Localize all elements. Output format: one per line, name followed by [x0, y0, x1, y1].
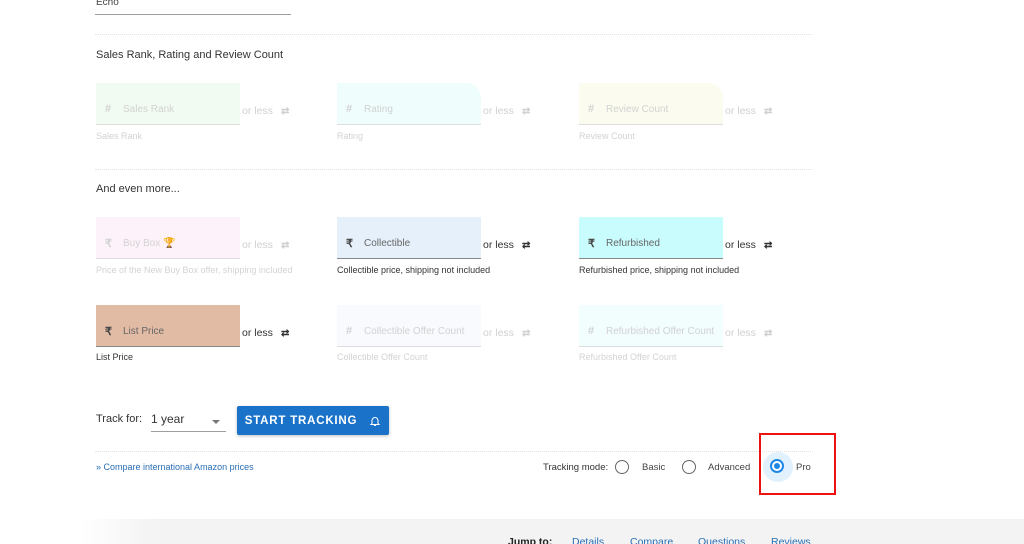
start-tracking-label: START TRACKING [244, 414, 358, 427]
rating-hint: Rating [337, 131, 364, 141]
buy-box-input[interactable]: ₹ Buy Box 🏆 [96, 217, 240, 259]
hash-icon: # [588, 103, 595, 115]
divider [95, 451, 813, 452]
rupee-icon: ₹ [346, 238, 353, 250]
review-count-hint: Review Count [579, 131, 636, 141]
jump-link-compare[interactable]: Compare [630, 536, 673, 544]
or-less-label: or less [725, 105, 756, 117]
list-price-placeholder: List Price [123, 326, 165, 337]
mode-advanced-radio[interactable] [682, 460, 696, 474]
or-less-label: or less [483, 105, 514, 117]
track-for-label: Track for: [96, 413, 143, 425]
jump-to-label: Jump to: [508, 536, 553, 544]
section-title-more: And even more... [96, 183, 180, 195]
or-less-label: or less [242, 327, 273, 339]
search-title-value: Echo [96, 0, 119, 8]
hash-icon: # [346, 325, 353, 337]
or-less-label: or less [725, 327, 756, 339]
list-price-hint: List Price [96, 352, 134, 362]
mode-basic-label[interactable]: Basic [642, 462, 665, 473]
sales-rank-input[interactable]: # Sales Rank [96, 83, 240, 125]
repeat-icon[interactable]: ⇄ [764, 328, 772, 339]
dropdown-caret-icon [212, 420, 220, 424]
track-duration-select[interactable]: 1 year [151, 410, 226, 432]
collectible-placeholder: Collectible [364, 238, 411, 249]
hash-icon: # [105, 103, 112, 115]
refurbished-hint: Refurbished price, shipping not included [579, 265, 740, 275]
jump-link-details[interactable]: Details [572, 536, 604, 544]
collectible-or-less: or less ⇄ [483, 239, 530, 251]
or-less-label: or less [242, 239, 273, 251]
review-count-input[interactable]: # Review Count [579, 83, 723, 125]
mode-advanced-label[interactable]: Advanced [708, 462, 750, 473]
bell-icon [370, 416, 381, 426]
refurbished-placeholder: Refurbished [606, 238, 660, 249]
refurbished-input[interactable]: ₹ Refurbished [579, 217, 723, 259]
sales-rank-hint: Sales Rank [96, 131, 143, 141]
collectible-offer-count-hint: Collectible Offer Count [337, 352, 428, 362]
rupee-icon: ₹ [105, 326, 112, 338]
repeat-icon[interactable]: ⇄ [764, 240, 772, 251]
repeat-icon[interactable]: ⇄ [764, 106, 772, 117]
or-less-label: or less [483, 327, 514, 339]
repeat-icon[interactable]: ⇄ [281, 328, 289, 339]
review-count-or-less: or less ⇄ [725, 105, 772, 117]
rating-placeholder: Rating [364, 104, 393, 115]
jump-link-questions[interactable]: Questions [698, 536, 745, 544]
refurbished-offer-count-hint: Refurbished Offer Count [579, 352, 677, 362]
compare-international-link[interactable]: » Compare international Amazon prices [96, 462, 254, 472]
rupee-icon: ₹ [105, 238, 112, 250]
repeat-icon[interactable]: ⇄ [522, 328, 530, 339]
list-price-or-less: or less ⇄ [242, 327, 289, 339]
start-tracking-button[interactable]: START TRACKING [237, 406, 389, 435]
sales-rank-or-less: or less ⇄ [242, 105, 289, 117]
repeat-icon[interactable]: ⇄ [522, 240, 530, 251]
list-price-input[interactable]: ₹ List Price [96, 305, 240, 347]
tracking-mode-label: Tracking mode: [543, 462, 609, 473]
or-less-label: or less [725, 239, 756, 251]
collectible-hint: Collectible price, shipping not included [337, 265, 491, 275]
collectible-offer-count-or-less: or less ⇄ [483, 327, 530, 339]
rupee-icon: ₹ [588, 238, 595, 250]
collectible-input[interactable]: ₹ Collectible [337, 217, 481, 259]
repeat-icon[interactable]: ⇄ [522, 106, 530, 117]
buy-box-or-less: or less ⇄ [242, 239, 289, 251]
buy-box-hint: Price of the New Buy Box offer, shipping… [96, 265, 293, 275]
collectible-offer-count-input[interactable]: # Collectible Offer Count [337, 305, 481, 347]
hash-icon: # [346, 103, 353, 115]
track-duration-value: 1 year [151, 412, 185, 426]
jump-link-reviews[interactable]: Reviews [771, 536, 811, 544]
divider [95, 169, 813, 170]
repeat-icon[interactable]: ⇄ [281, 240, 289, 251]
refurbished-offer-count-placeholder: Refurbished Offer Count [606, 326, 715, 337]
collectible-offer-count-placeholder: Collectible Offer Count [364, 326, 465, 337]
or-less-label: or less [242, 105, 273, 117]
rating-input[interactable]: # Rating [337, 83, 481, 125]
review-count-placeholder: Review Count [606, 104, 669, 115]
highlight-annotation [759, 433, 836, 495]
rating-or-less: or less ⇄ [483, 105, 530, 117]
repeat-icon[interactable]: ⇄ [281, 106, 289, 117]
buy-box-placeholder: Buy Box 🏆 [123, 238, 176, 249]
sales-rank-placeholder: Sales Rank [123, 104, 175, 115]
search-title-field[interactable]: Echo [95, 0, 291, 15]
section-title-sales-rank: Sales Rank, Rating and Review Count [96, 49, 284, 61]
refurbished-offer-count-or-less: or less ⇄ [725, 327, 772, 339]
refurbished-offer-count-input[interactable]: # Refurbished Offer Count [579, 305, 723, 347]
or-less-label: or less [483, 239, 514, 251]
divider [95, 34, 813, 35]
mode-basic-radio[interactable] [615, 460, 629, 474]
refurbished-or-less: or less ⇄ [725, 239, 772, 251]
hash-icon: # [588, 325, 595, 337]
